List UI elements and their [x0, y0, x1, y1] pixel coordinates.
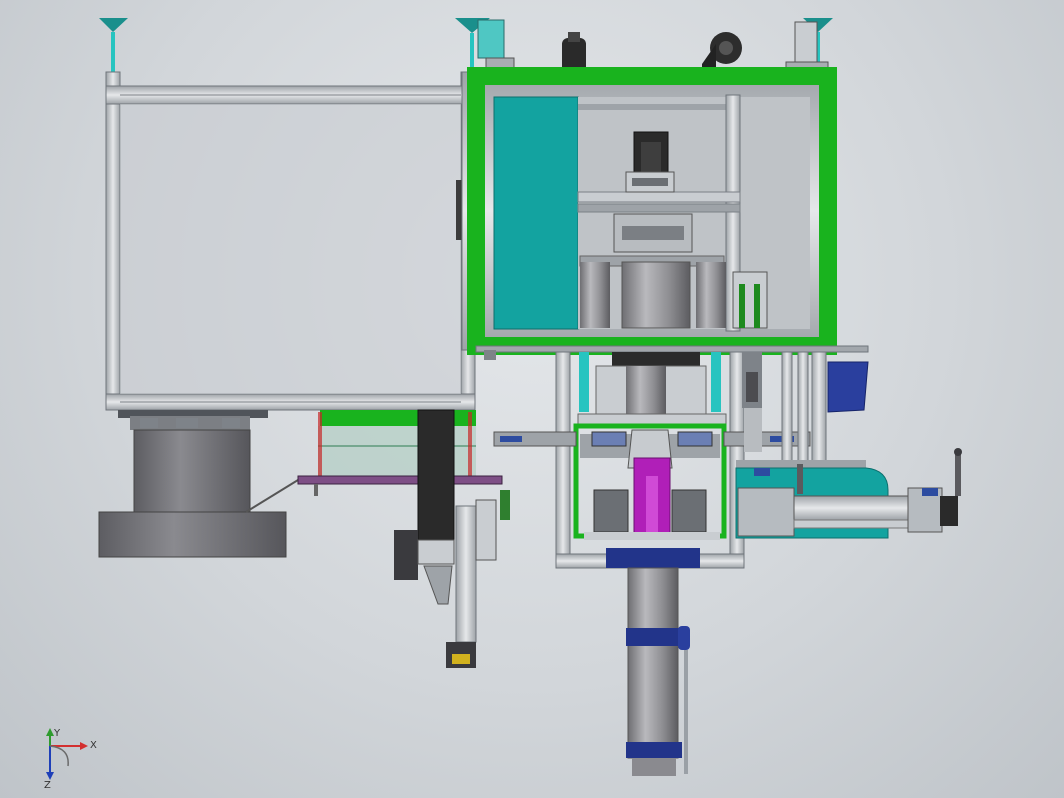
leveling-foot-center	[455, 18, 515, 73]
press-station	[493, 351, 811, 776]
x-axis-label: X	[90, 740, 97, 751]
right-structure	[736, 351, 869, 468]
feed-chute	[297, 410, 503, 496]
cad-viewport[interactable]: X Y Z	[0, 0, 1064, 798]
y-axis-label: Y	[53, 728, 61, 739]
lift-cylinder	[626, 567, 690, 776]
left-frame	[99, 18, 476, 411]
z-axis-label: Z	[44, 780, 51, 788]
leveling-foot-left	[99, 18, 128, 72]
machine-assembly-drawing	[98, 18, 962, 776]
coordinate-triad: X Y Z	[44, 728, 97, 788]
main-frame	[455, 18, 869, 360]
guide-cylinder-right	[732, 271, 768, 329]
leveling-foot-right	[785, 18, 833, 75]
rotary-base	[98, 410, 299, 558]
magenta-punch	[627, 429, 673, 535]
base-bolts	[140, 418, 240, 428]
press-cylinder	[579, 255, 726, 329]
